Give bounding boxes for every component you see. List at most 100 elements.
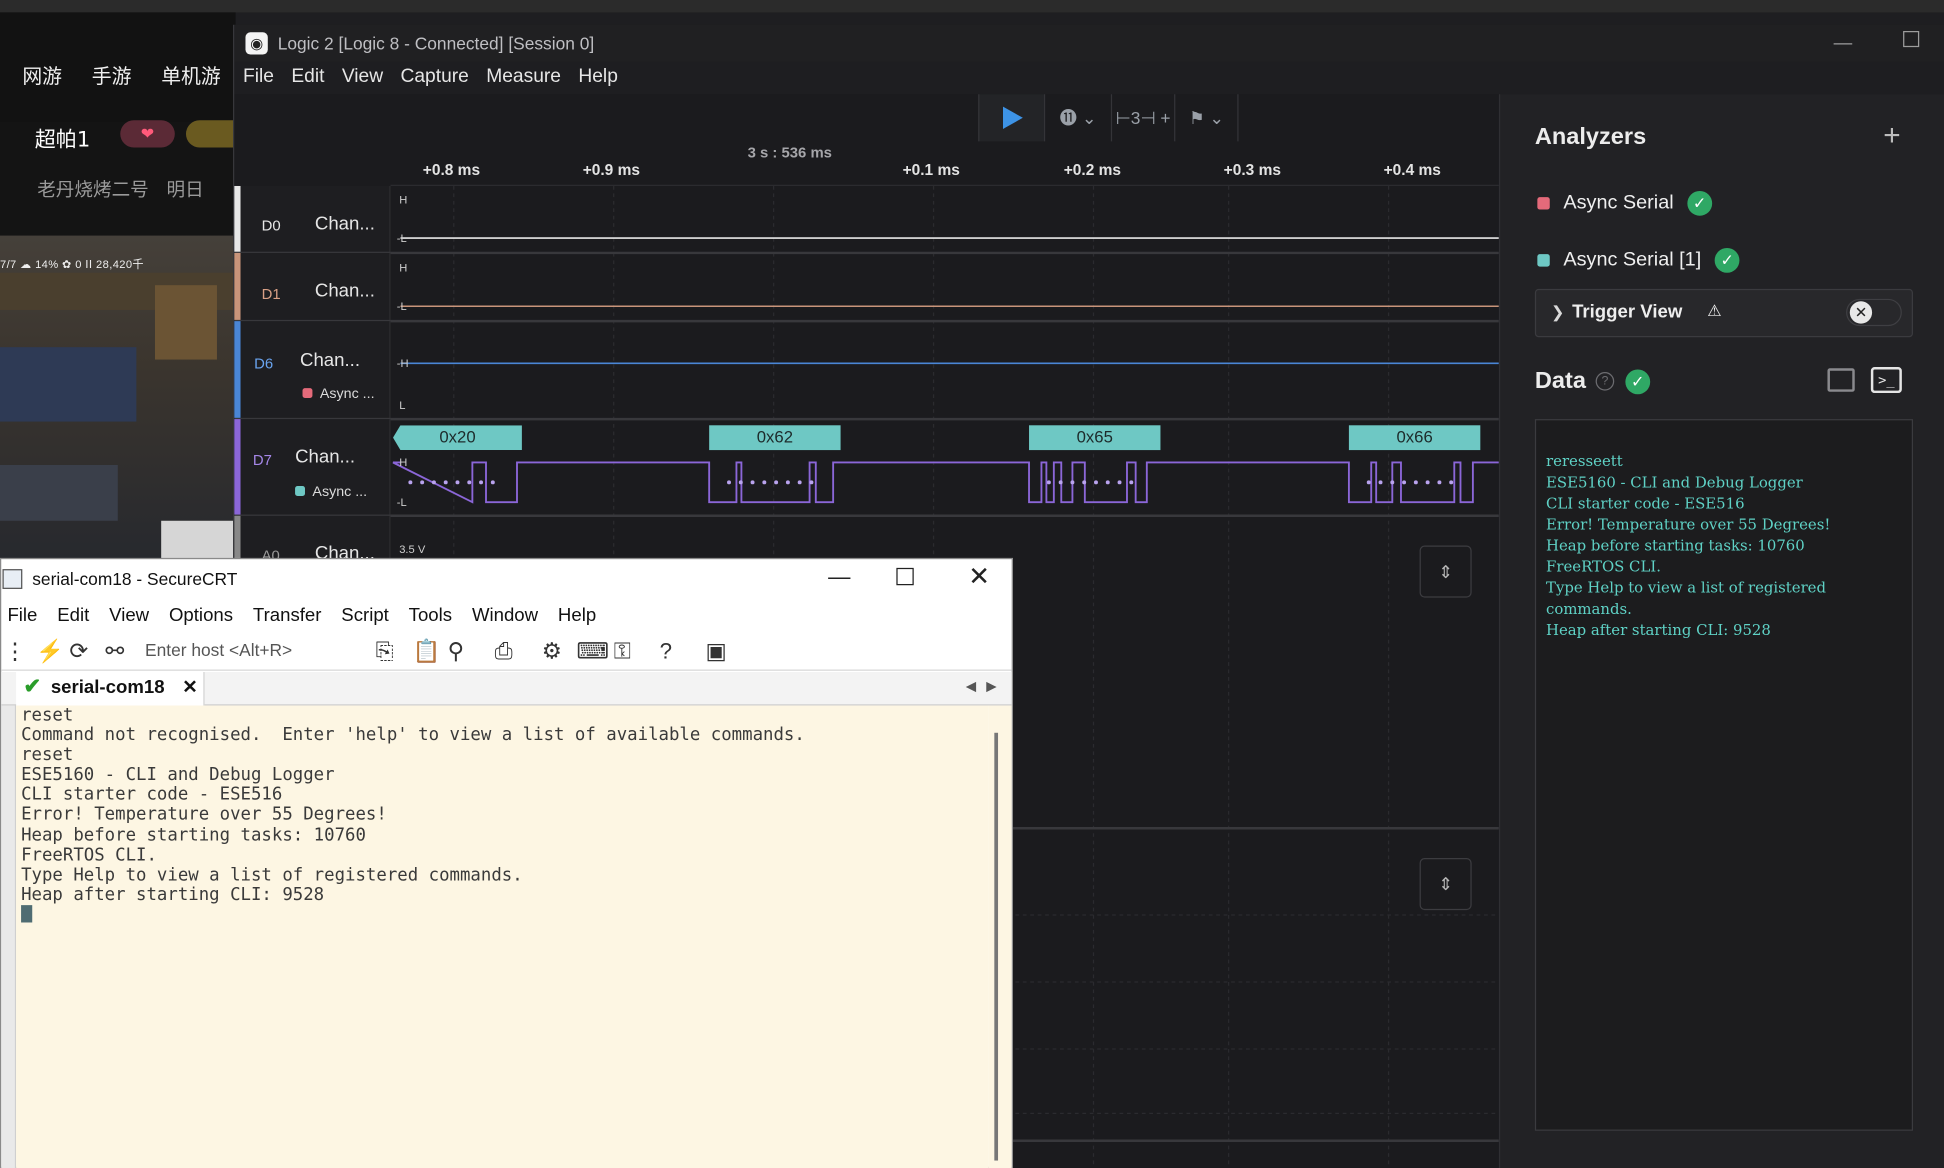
host-input[interactable]: Enter host <Alt+R>	[145, 640, 292, 660]
menu-help[interactable]: Help	[552, 600, 603, 631]
channel-analyzer-tag[interactable]: Async ...	[295, 485, 367, 500]
channel-row-d0[interactable]: D0 Chan...	[234, 185, 391, 253]
close-tab-icon[interactable]: ✕	[182, 676, 198, 698]
menu-file[interactable]: File	[234, 62, 282, 94]
ruler-tick-label: +0.3 ms	[1223, 161, 1281, 179]
menu-measure[interactable]: Measure	[478, 62, 570, 94]
copy-icon[interactable]: ⎘	[376, 639, 394, 665]
channel-name[interactable]: Chan...	[295, 446, 355, 467]
ruler-tick-label: +0.1 ms	[902, 161, 960, 179]
connect-icon[interactable]: ⋮	[4, 639, 26, 665]
add-analyzer-icon[interactable]: +	[1883, 119, 1900, 154]
menu-file[interactable]: File	[1, 600, 43, 631]
decoded-frame[interactable]: 0x65	[1029, 425, 1161, 451]
reconnect-icon[interactable]: ⟳	[69, 639, 88, 665]
decoded-frame[interactable]: 0x66	[1348, 425, 1481, 451]
session-tab[interactable]: ✔ serial-com18 ✕	[16, 672, 205, 706]
keymap-icon[interactable]: ⌨	[577, 639, 609, 665]
site-nav-item[interactable]: 网游	[22, 60, 62, 122]
bit-sample-dot	[467, 480, 472, 485]
bit-sample-dot	[727, 480, 731, 485]
paste-icon[interactable]: 📋	[413, 639, 441, 665]
menu-help[interactable]: Help	[570, 62, 627, 94]
terminal-line: Type Help to view a list of registered c…	[21, 865, 523, 885]
bit-sample-dot	[1413, 480, 1418, 485]
help-icon[interactable]: ?	[660, 639, 672, 665]
menu-script[interactable]: Script	[335, 600, 395, 631]
analyzer-swatch	[1537, 197, 1550, 210]
maximize-icon[interactable]	[896, 567, 914, 586]
channel-row-d7[interactable]: D7 Chan... Async ...	[234, 419, 391, 516]
sftp-icon[interactable]: ▣	[705, 639, 726, 665]
bit-sample-dot	[1117, 480, 1122, 485]
trigger-view-section[interactable]: ❯ Trigger View ⚠ ✕	[1534, 288, 1914, 338]
scrollbar-thumb[interactable]	[994, 732, 999, 1161]
serial-terminal[interactable]: reset Command not recognised. Enter 'hel…	[16, 705, 989, 1168]
add-marker-button[interactable]: ⊢3⊣ +	[1110, 94, 1175, 142]
menu-transfer[interactable]: Transfer	[247, 600, 328, 631]
site-nav-item[interactable]: 单机游	[161, 60, 221, 122]
analyzer-item[interactable]: Async Serial ✓	[1537, 190, 1713, 216]
heart-badge-icon[interactable]: ❤	[120, 120, 175, 148]
terminal-scrollbar[interactable]	[988, 705, 1012, 1168]
settings-gear-icon[interactable]: ⚙	[542, 639, 562, 665]
bit-sample-dot	[785, 480, 790, 485]
menu-tools[interactable]: Tools	[402, 600, 458, 631]
menu-capture[interactable]: Capture	[392, 62, 478, 94]
channel-name[interactable]: Chan...	[315, 213, 375, 234]
ruler-center-time: 3 s : 536 ms	[747, 143, 832, 162]
site-nav-item[interactable]: 手游	[92, 60, 132, 122]
analyzer-item[interactable]: Async Serial [1] ✓	[1537, 247, 1740, 273]
terminal-view-icon[interactable]: >_	[1870, 367, 1902, 394]
decoded-frame[interactable]: 0x20	[393, 425, 522, 451]
menu-window[interactable]: Window	[466, 600, 545, 631]
menu-view[interactable]: View	[103, 600, 155, 631]
help-icon[interactable]: ?	[1595, 371, 1615, 391]
bit-sample-dot	[1082, 480, 1087, 485]
analyzer-swatch	[302, 388, 313, 399]
quick-connect-icon[interactable]: ⚡	[36, 639, 64, 665]
session-manager-strip[interactable]	[1, 705, 17, 1168]
level-low-label: L	[399, 399, 406, 412]
ruler-tick-label: +0.9 ms	[582, 161, 641, 179]
disconnect-icon[interactable]: ⚯	[105, 639, 124, 665]
tab-scroll-arrows-icon[interactable]: ◀▶	[966, 678, 1007, 694]
terminal-line: Heap before starting tasks: 10760	[21, 825, 366, 846]
flag-icon: ⚑ ⌄	[1189, 107, 1224, 128]
annotation-button[interactable]: ⚑ ⌄	[1174, 94, 1239, 142]
site-nav: 网游 手游 单机游	[0, 12, 236, 122]
decoded-frame[interactable]: 0x62	[709, 425, 841, 451]
terminal-line: reset	[21, 745, 74, 766]
channel-row-d1[interactable]: D1 Chan...	[234, 252, 391, 322]
expand-view-icon[interactable]: ⇕	[1419, 545, 1472, 598]
maximize-icon[interactable]	[1903, 30, 1920, 48]
find-icon[interactable]: ⚲	[448, 639, 464, 665]
key-icon[interactable]: ⚿	[614, 639, 631, 665]
print-icon[interactable]: ⎙	[495, 639, 513, 665]
time-ruler[interactable]: 3 s : 536 ms +0.8 ms +0.9 ms +0.1 ms +0.…	[390, 141, 1499, 186]
connected-check-icon: ✔	[23, 674, 42, 699]
minimize-icon[interactable]: —	[828, 564, 850, 590]
channel-name[interactable]: Chan...	[300, 350, 360, 371]
terminal-line: Heap after starting CLI: 9528	[21, 885, 325, 905]
table-view-icon[interactable]	[1827, 368, 1855, 392]
level-high-label: H	[399, 193, 408, 206]
menu-edit[interactable]: Edit	[283, 62, 333, 94]
menu-edit[interactable]: Edit	[51, 600, 95, 631]
stream-video-frame: 7/7 ☁ 14% ✿ 0 ⅠⅠ 28,420千	[0, 235, 236, 558]
close-icon[interactable]: ✕	[968, 562, 990, 593]
play-icon	[1003, 106, 1024, 129]
expand-view-icon[interactable]: ⇕	[1419, 858, 1472, 911]
trigger-view-toggle[interactable]: ✕	[1846, 298, 1902, 327]
channel-id: D1	[261, 285, 281, 303]
trigger-settings-button[interactable]: ⓫ ⌄	[1044, 94, 1110, 142]
bit-sample-dot	[797, 480, 802, 485]
data-terminal[interactable]: reresseett ESE5160 - CLI and Debug Logge…	[1534, 419, 1914, 1131]
minimize-icon[interactable]: —	[1834, 32, 1853, 53]
channel-name[interactable]: Chan...	[315, 280, 375, 301]
menu-view[interactable]: View	[333, 62, 392, 94]
channel-analyzer-tag[interactable]: Async ...	[302, 387, 375, 402]
channel-row-d6[interactable]: D6 Chan... Async ...	[234, 321, 391, 420]
menu-options[interactable]: Options	[163, 600, 239, 631]
start-capture-button[interactable]	[978, 94, 1045, 142]
